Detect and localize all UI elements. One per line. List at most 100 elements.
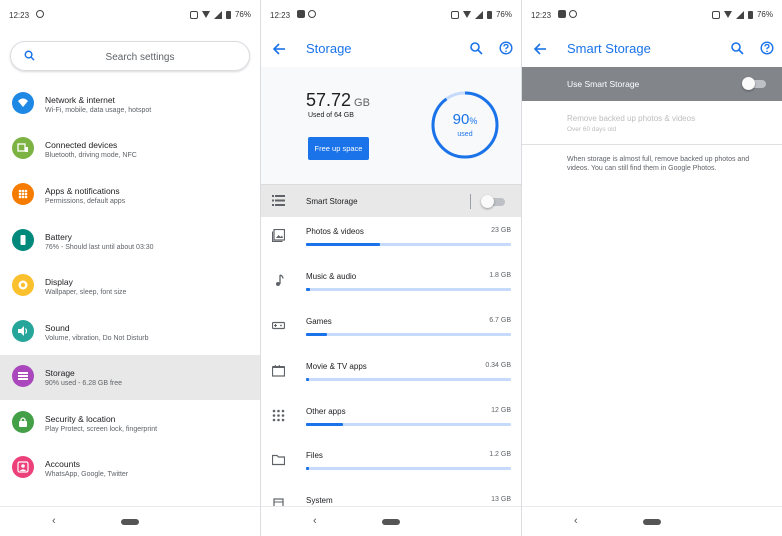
storage-used-of: Used of 64 GB [308, 112, 354, 119]
status-battery-percent: 76% [756, 10, 773, 19]
photo-icon [272, 229, 285, 242]
status-bar: 12:23 76% [522, 0, 782, 31]
category-size: 23 GB [491, 227, 511, 234]
storage-ring-value: 90 [452, 111, 470, 128]
search-icon[interactable] [469, 41, 483, 55]
smart-storage-row[interactable]: Smart Storage [261, 184, 521, 217]
storage-ring-percent: 90% [430, 111, 500, 128]
account-icon [12, 456, 34, 478]
category-size: 0.34 GB [485, 362, 511, 369]
nav-bar: ‹ [522, 506, 782, 536]
settings-item-security[interactable]: Security & location Play Protect, screen… [0, 401, 260, 446]
settings-item-title: Sound [45, 323, 70, 333]
whatsapp-notification-icon [569, 10, 577, 18]
smart-storage-description: When storage is almost full, remove back… [567, 156, 750, 172]
help-icon[interactable] [760, 41, 774, 55]
category-usage-track [306, 378, 511, 381]
settings-item-subtitle: Volume, vibration, Do Not Disturb [45, 335, 149, 342]
storage-category-movies[interactable]: Movie & TV apps 0.34 GB [261, 352, 521, 397]
back-arrow-icon[interactable] [533, 42, 547, 56]
settings-item-connected-devices[interactable]: Connected devices Bluetooth, driving mod… [0, 127, 260, 172]
settings-item-storage[interactable]: Storage 90% used - 6.28 GB free [0, 355, 260, 400]
settings-item-title: Display [45, 277, 73, 287]
back-arrow-icon[interactable] [272, 42, 286, 56]
storage-used-amount: 57.72 GB [306, 90, 370, 111]
settings-item-sound[interactable]: Sound Volume, vibration, Do Not Disturb [0, 310, 260, 355]
settings-item-accounts[interactable]: Accounts WhatsApp, Google, Twitter [0, 446, 260, 491]
category-usage-fill [306, 423, 343, 426]
nav-home-pill[interactable] [643, 519, 661, 525]
free-up-space-button[interactable]: Free up space [308, 137, 369, 160]
storage-category-photos[interactable]: Photos & videos 23 GB [261, 217, 521, 262]
smart-storage-toggle[interactable] [481, 195, 505, 208]
gamepad-icon [272, 321, 285, 330]
nav-home-pill[interactable] [121, 519, 139, 525]
category-usage-fill [306, 333, 327, 336]
music-icon [276, 274, 284, 286]
settings-item-network[interactable]: Network & internet Wi-Fi, mobile, data u… [0, 82, 260, 127]
settings-item-battery[interactable]: Battery 76% - Should last until about 03… [0, 219, 260, 264]
category-name: System [306, 496, 333, 505]
page-title: Smart Storage [567, 41, 651, 56]
category-name: Files [306, 451, 323, 460]
image-notification-icon [297, 10, 305, 18]
search-icon[interactable] [730, 41, 744, 55]
storage-category-games[interactable]: Games 6.7 GB [261, 307, 521, 352]
storage-panel: 12:23 76% Storage 57.72 GB Used of 64 GB … [261, 0, 521, 536]
list-icon [272, 195, 285, 206]
nav-home-pill[interactable] [382, 519, 400, 525]
settings-item-subtitle: Play Protect, screen lock, fingerprint [45, 426, 158, 433]
category-usage-fill [306, 467, 310, 470]
status-time: 12:23 [531, 11, 552, 20]
storage-used-unit: GB [354, 97, 370, 109]
category-name: Photos & videos [306, 227, 364, 236]
status-bar: 12:23 76% [261, 0, 521, 31]
search-icon [24, 50, 35, 61]
category-usage-fill [306, 243, 380, 246]
settings-item-apps[interactable]: Apps & notifications Permissions, defaul… [0, 173, 260, 218]
category-name: Other apps [306, 407, 346, 416]
settings-item-title: Apps & notifications [45, 186, 120, 196]
use-smart-storage-toggle[interactable] [742, 77, 766, 90]
status-time: 12:23 [9, 11, 30, 20]
apps-grid-icon [272, 409, 285, 422]
toggle-knob [481, 195, 494, 208]
storage-category-files[interactable]: Files 1.2 GB [261, 441, 521, 486]
storage-category-music[interactable]: Music & audio 1.8 GB [261, 262, 521, 307]
storage-icon [12, 365, 34, 387]
vibrate-icon [711, 10, 720, 19]
page-title: Storage [306, 41, 352, 56]
smart-storage-label: Smart Storage [306, 197, 358, 206]
nav-back-icon[interactable]: ‹ [313, 515, 317, 527]
storage-category-other-apps[interactable]: Other apps 12 GB [261, 397, 521, 442]
nav-back-icon[interactable]: ‹ [574, 515, 578, 527]
settings-item-title: Battery [45, 232, 72, 242]
nav-back-icon[interactable]: ‹ [52, 515, 56, 527]
signal-icon [213, 10, 222, 19]
search-input[interactable] [45, 48, 235, 66]
use-smart-storage-label: Use Smart Storage [567, 79, 640, 89]
apps-icon [12, 183, 34, 205]
category-size: 1.8 GB [489, 272, 511, 279]
storage-summary: 57.72 GB Used of 64 GB Free up space 90% … [261, 67, 521, 184]
category-usage-track [306, 467, 511, 470]
category-size: 6.7 GB [489, 317, 511, 324]
settings-item-subtitle: Bluetooth, driving mode, NFC [45, 152, 137, 159]
remove-option-subtitle: Over 60 days old [567, 126, 617, 133]
vibrate-icon [450, 10, 459, 19]
settings-item-subtitle: Wallpaper, sleep, font size [45, 289, 127, 296]
lock-icon [12, 411, 34, 433]
search-bar[interactable] [10, 41, 250, 71]
settings-item-subtitle: 76% - Should last until about 03:30 [45, 244, 154, 251]
wifi-status-icon [462, 11, 471, 18]
nav-bar: ‹ [261, 506, 521, 536]
remove-option-title: Remove backed up photos & videos [567, 114, 696, 123]
help-icon[interactable] [499, 41, 513, 55]
toggle-knob [742, 77, 755, 90]
settings-item-display[interactable]: Display Wallpaper, sleep, font size [0, 264, 260, 309]
settings-item-title: Connected devices [45, 140, 118, 150]
use-smart-storage-row[interactable]: Use Smart Storage [522, 67, 782, 101]
settings-item-title: Storage [45, 368, 75, 378]
category-name: Movie & TV apps [306, 362, 367, 371]
devices-icon [12, 137, 34, 159]
